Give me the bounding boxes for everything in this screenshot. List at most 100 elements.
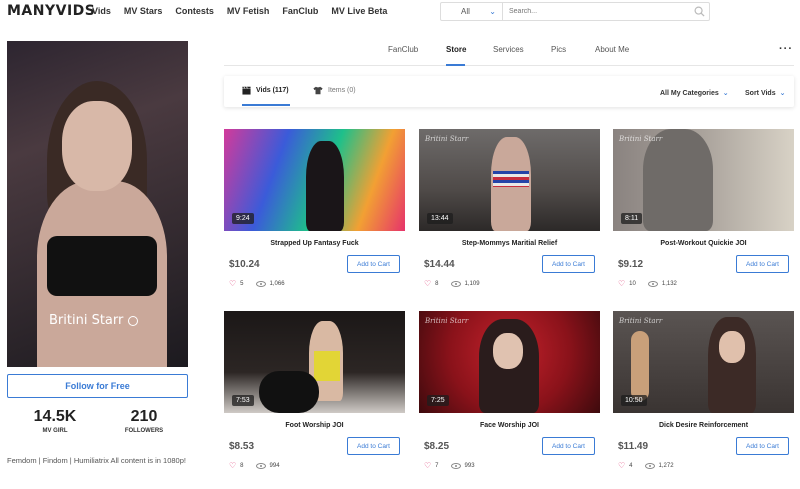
video-thumbnail[interactable]: Britini Starr 7:25 — [419, 311, 600, 413]
nav-mv-fetish[interactable]: MV Fetish — [227, 6, 270, 16]
video-thumbnail[interactable]: Britini Starr 13:44 — [419, 129, 600, 231]
video-thumbnail[interactable]: 7:53 — [224, 311, 405, 413]
store-filter-bar: Vids (117) Items (0) All My Categories ⌄… — [224, 76, 794, 107]
heart-icon[interactable]: ♡ — [424, 461, 431, 470]
search-scope-value: All — [461, 7, 470, 16]
profile-photo[interactable]: Britini Starr — [7, 41, 188, 367]
video-price: $14.44 — [424, 258, 455, 270]
nav-contests[interactable]: Contests — [175, 6, 214, 16]
profile-bio: Femdom | Findom | Humiliatrix All conten… — [7, 456, 186, 465]
nav-vids[interactable]: Vids — [92, 6, 111, 16]
profile-tabs: FanClub Store Services Pics About Me — [224, 40, 794, 66]
video-thumbnail[interactable]: Britini Starr 8:11 — [613, 129, 794, 231]
heart-icon[interactable]: ♡ — [424, 279, 431, 288]
add-to-cart-button[interactable]: Add to Cart — [347, 255, 400, 273]
add-to-cart-button[interactable]: Add to Cart — [542, 255, 595, 273]
view-count: 1,132 — [661, 280, 677, 287]
nav-mv-live[interactable]: MV Live Beta — [331, 6, 387, 16]
video-duration: 8:11 — [621, 213, 643, 224]
tab-about-me[interactable]: About Me — [595, 45, 629, 54]
video-title[interactable]: Foot Worship JOI — [224, 422, 405, 429]
video-stats: ♡ 10 1,132 — [613, 279, 794, 288]
store-tab-label: Vids (117) — [256, 87, 289, 94]
video-duration: 9:24 — [232, 213, 254, 224]
video-card: Britini Starr 13:44 Step-Mommys Maritial… — [419, 129, 600, 288]
heart-icon[interactable]: ♡ — [618, 461, 625, 470]
add-to-cart-button[interactable]: Add to Cart — [736, 255, 789, 273]
video-price: $9.12 — [618, 258, 644, 270]
video-card: 9:24 Strapped Up Fantasy Fuck $10.24 Add… — [224, 129, 405, 288]
video-price: $10.24 — [229, 258, 260, 270]
search-icon[interactable] — [689, 3, 709, 20]
tab-store[interactable]: Store — [446, 45, 466, 54]
like-count: 7 — [435, 462, 439, 469]
video-title[interactable]: Dick Desire Reinforcement — [613, 422, 794, 429]
eye-icon — [450, 462, 461, 469]
heart-icon[interactable]: ♡ — [618, 279, 625, 288]
add-to-cart-button[interactable]: Add to Cart — [347, 437, 400, 455]
like-count: 8 — [240, 462, 244, 469]
thumb-figure — [643, 129, 713, 231]
heart-icon[interactable]: ♡ — [229, 279, 236, 288]
like-count: 10 — [629, 280, 636, 287]
price-row: $9.12 Add to Cart — [613, 255, 794, 273]
eye-icon — [450, 280, 461, 287]
profile-name-text: Britini Starr — [49, 313, 124, 328]
photo-shape — [47, 236, 157, 296]
search-input[interactable] — [503, 3, 689, 20]
nav-mv-stars[interactable]: MV Stars — [124, 6, 163, 16]
video-title[interactable]: Strapped Up Fantasy Fuck — [224, 240, 405, 247]
view-count: 1,272 — [658, 462, 674, 469]
tab-fanclub[interactable]: FanClub — [388, 45, 418, 54]
thumb-figure — [493, 333, 523, 369]
video-stats: ♡ 5 1,066 — [224, 279, 405, 288]
video-title[interactable]: Face Worship JOI — [419, 422, 600, 429]
photo-shape — [62, 101, 132, 191]
eye-icon — [644, 462, 655, 469]
heart-icon[interactable]: ♡ — [229, 461, 236, 470]
site-logo[interactable]: MANYVIDS — [7, 3, 95, 19]
thumb-figure — [719, 331, 745, 363]
eye-icon — [255, 280, 266, 287]
view-count: 994 — [269, 462, 280, 469]
chevron-down-icon: ⌄ — [489, 7, 496, 16]
thumb-figure — [493, 171, 529, 187]
chevron-down-icon: ⌄ — [722, 90, 729, 97]
video-duration: 7:53 — [232, 395, 254, 406]
nav-links: Vids MV Stars Contests MV Fetish FanClub… — [92, 6, 387, 16]
video-title[interactable]: Step-Mommys Maritial Relief — [419, 240, 600, 247]
active-store-tab-indicator — [242, 104, 290, 106]
add-to-cart-button[interactable]: Add to Cart — [736, 437, 789, 455]
video-title[interactable]: Post-Workout Quickie JOI — [613, 240, 794, 247]
store-tab-label: Items (0) — [328, 87, 356, 94]
tab-pics[interactable]: Pics — [551, 45, 566, 54]
view-count: 1,066 — [269, 280, 285, 287]
video-thumbnail[interactable]: Britini Starr 10:50 — [613, 311, 794, 413]
video-price: $8.53 — [229, 440, 255, 452]
video-duration: 10:50 — [621, 395, 647, 406]
like-count: 8 — [435, 280, 439, 287]
price-row: $14.44 Add to Cart — [419, 255, 600, 273]
store-tab-items[interactable]: Items (0) — [313, 86, 356, 95]
more-options-icon[interactable]: ··· — [779, 43, 793, 55]
video-price: $8.25 — [424, 440, 450, 452]
stat-label: FOLLOWERS — [124, 428, 164, 434]
thumb-figure — [259, 371, 319, 413]
categories-dropdown[interactable]: All My Categories ⌄ — [660, 89, 729, 98]
profile-name: Britini Starr — [49, 313, 139, 328]
price-row: $10.24 Add to Cart — [224, 255, 405, 273]
tab-services[interactable]: Services — [493, 45, 524, 54]
stat-value: 210 — [130, 408, 158, 425]
categories-label: All My Categories — [660, 89, 719, 97]
add-to-cart-button[interactable]: Add to Cart — [542, 437, 595, 455]
video-thumbnail[interactable]: 9:24 — [224, 129, 405, 231]
sort-dropdown[interactable]: Sort Vids ⌄ — [745, 89, 785, 98]
price-row: $8.25 Add to Cart — [419, 437, 600, 455]
watermark: Britini Starr — [425, 135, 469, 143]
follow-button[interactable]: Follow for Free — [7, 374, 188, 398]
thumb-figure — [306, 141, 344, 231]
store-tab-vids[interactable]: Vids (117) — [242, 86, 289, 95]
search-scope-select[interactable]: All ⌄ — [441, 3, 503, 20]
nav-fanclub[interactable]: FanClub — [282, 6, 318, 16]
price-row: $11.49 Add to Cart — [613, 437, 794, 455]
